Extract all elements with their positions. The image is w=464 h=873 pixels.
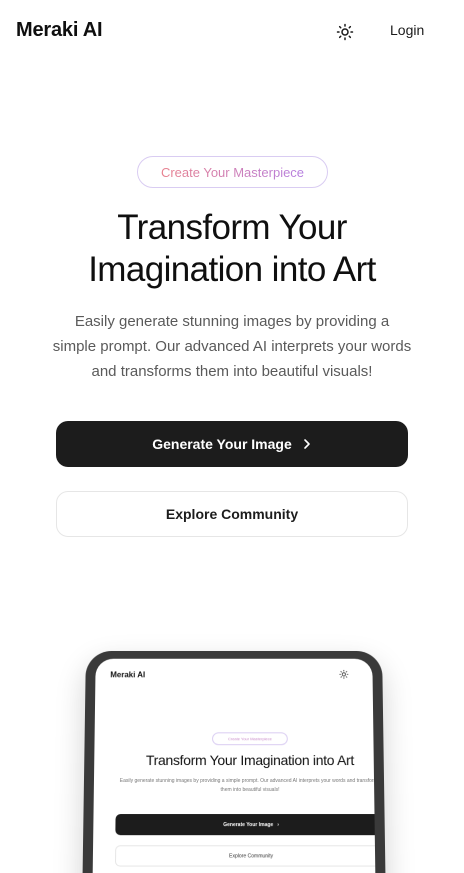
preview-brand: Meraki AI <box>110 670 146 680</box>
login-link[interactable]: Login <box>390 22 424 38</box>
hero-title-line-1: Transform Your <box>117 208 347 247</box>
explore-community-button[interactable]: Explore Community <box>56 491 408 537</box>
preview-generate-button: Generate Your Image › <box>115 814 376 836</box>
sun-icon <box>336 23 354 41</box>
brand-logo-text[interactable]: Meraki AI <box>16 19 103 42</box>
badge-label: Create Your Masterpiece <box>160 164 305 180</box>
hero-title: Transform Your Imagination into Art <box>20 207 444 291</box>
chevron-right-icon <box>303 439 310 449</box>
preview-title: Transform Your Imagination into Art <box>145 752 355 769</box>
preview-sun-icon <box>339 669 349 679</box>
preview-description: Easily generate stunning images by provi… <box>119 778 376 793</box>
hero-description: Easily generate stunning images by provi… <box>52 313 412 380</box>
preview-generate-label: Generate Your Image <box>223 821 274 828</box>
hero-title-line-2: Imagination into Art <box>88 250 376 289</box>
device-preview-mockup: Meraki AI Create Your Masterpiece Transf… <box>82 650 386 873</box>
masterpiece-badge: Create Your Masterpiece <box>137 156 328 188</box>
top-navbar: Meraki AI Login <box>0 0 464 64</box>
preview-explore-button: Explore Community <box>114 845 376 867</box>
preview-chevron-right-icon: › <box>277 821 279 828</box>
device-screen: Meraki AI Create Your Masterpiece Transf… <box>92 658 376 873</box>
generate-image-button[interactable]: Generate Your Image <box>56 421 408 467</box>
generate-image-label: Generate Your Image <box>152 436 292 452</box>
preview-badge: Create Your Masterpiece <box>212 732 288 746</box>
theme-toggle-button[interactable] <box>334 21 356 43</box>
